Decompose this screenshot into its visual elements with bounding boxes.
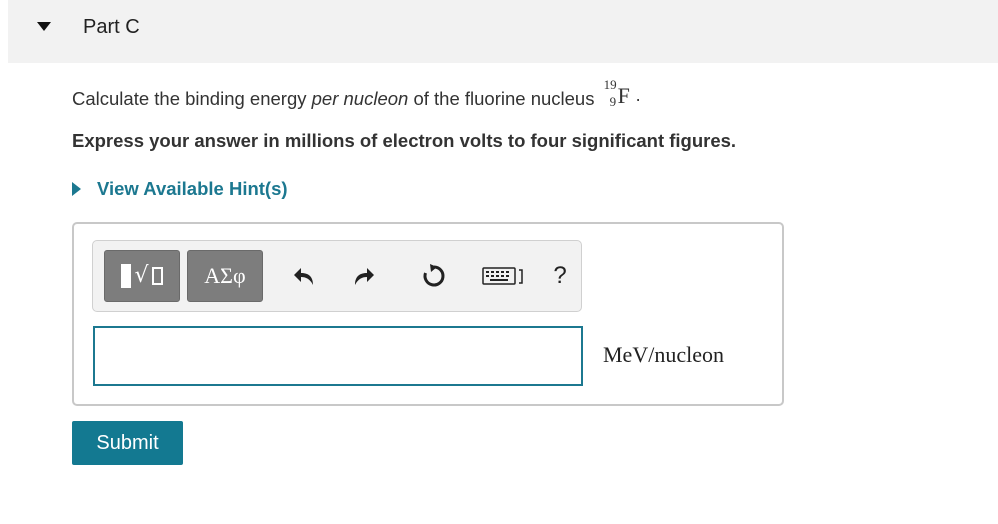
submit-button[interactable]: Submit [72,421,183,465]
fluorine-nuclide: 19 9 F. [600,77,646,109]
unit-label: MeV/nucleon [603,342,724,367]
math-toolbar: √ ΑΣφ ? [92,240,582,312]
nuclide-symbol: F [617,83,630,108]
keyboard-icon[interactable] [481,261,525,291]
answer-input[interactable] [93,326,583,386]
reset-icon[interactable] [419,261,449,291]
templates-icon: √ [121,264,163,288]
part-header[interactable]: Part C [8,0,998,63]
view-hints-link[interactable]: View Available Hint(s) [72,178,288,200]
redo-icon[interactable] [349,261,379,291]
question-emphasis: per nucleon [311,88,409,109]
nuclide-mass-number: 19 [603,77,617,92]
question-prefix: Calculate the binding energy [72,88,312,109]
question-period: . [635,85,641,105]
templates-button[interactable]: √ [104,250,180,302]
undo-icon[interactable] [289,261,319,291]
part-title: Part C [83,16,140,38]
greek-symbols-button[interactable]: ΑΣφ [187,250,263,302]
help-icon[interactable]: ? [545,261,575,291]
caret-right-icon [72,182,81,196]
answer-box: √ ΑΣφ ? MeV/nucleon [72,222,784,406]
collapse-triangle-icon[interactable] [37,22,51,31]
view-hints-label: View Available Hint(s) [97,178,288,199]
nuclide-atomic-number: 9 [609,94,617,109]
question-text: Calculate the binding energy per nucleon… [72,77,646,110]
answer-instruction: Express your answer in millions of elect… [72,130,737,151]
question-suffix: of the fluorine nucleus [408,88,600,109]
